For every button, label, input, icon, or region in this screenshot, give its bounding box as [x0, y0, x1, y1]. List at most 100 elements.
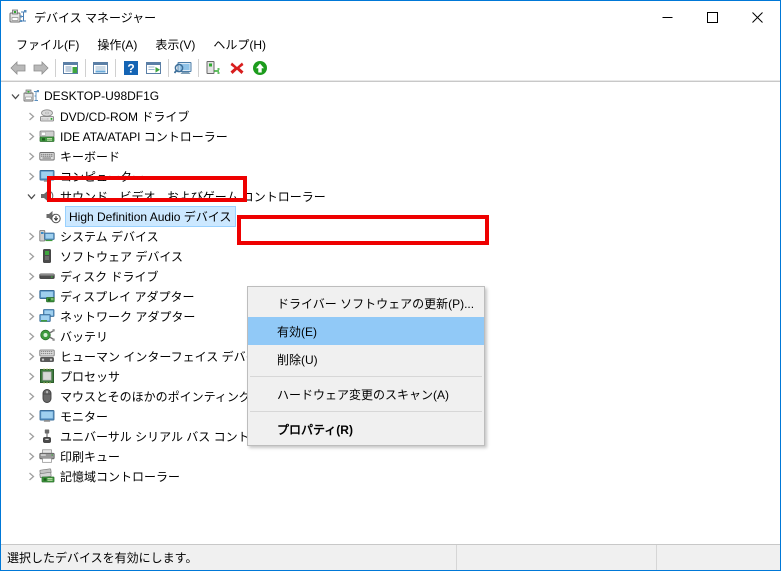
chevron-right-icon[interactable]: [23, 268, 39, 284]
svg-text:?: ?: [127, 61, 134, 75]
context-menu-item-uninstall[interactable]: 削除(U): [248, 345, 484, 373]
tree-item-label: DVD/CD-ROM ドライブ: [60, 109, 190, 124]
device-manager-window: デバイス マネージャー ファイル(F) 操作(A) 表示(V) ヘルプ(H) ?…: [0, 0, 781, 571]
toolbar-separator: [168, 58, 169, 77]
context-menu-separator: [250, 411, 482, 412]
tree-item-label: ディスク ドライブ: [60, 269, 159, 284]
status-cell-2: [457, 545, 657, 570]
enable-device-icon[interactable]: [248, 57, 271, 79]
mouse-icon: [39, 388, 55, 404]
speaker-icon: [39, 188, 55, 204]
chevron-right-icon[interactable]: [23, 228, 39, 244]
chevron-down-icon[interactable]: [7, 88, 23, 104]
context-menu-item-update-driver[interactable]: ドライバー ソフトウェアの更新(P)...: [248, 289, 484, 317]
chevron-right-icon[interactable]: [23, 148, 39, 164]
tree-item-computer[interactable]: コンピューター: [1, 166, 780, 186]
printer-icon: [39, 448, 55, 464]
context-menu-item-scan-hardware-changes[interactable]: ハードウェア変更のスキャン(A): [248, 380, 484, 408]
close-button[interactable]: [735, 1, 780, 33]
battery-icon: [39, 328, 55, 344]
chevron-right-icon[interactable]: [23, 288, 39, 304]
scan-hardware-changes-icon[interactable]: [172, 57, 195, 79]
chevron-right-icon[interactable]: [23, 428, 39, 444]
tree-item-label: プロセッサ: [60, 369, 121, 384]
tree-item-label: ネットワーク アダプター: [60, 309, 196, 324]
menu-file[interactable]: ファイル(F): [7, 34, 88, 55]
tree-item-system-devices[interactable]: システム デバイス: [1, 226, 780, 246]
tree-item-label: ソフトウェア デバイス: [60, 249, 183, 264]
chevron-right-icon[interactable]: [23, 128, 39, 144]
network-adapter-icon: [39, 308, 55, 324]
tree-item-software-devices[interactable]: ソフトウェア デバイス: [1, 246, 780, 266]
update-driver-icon[interactable]: [142, 57, 165, 79]
processor-icon: [39, 368, 55, 384]
help-icon[interactable]: ?: [119, 57, 142, 79]
window-controls: [645, 1, 780, 33]
tree-root-item[interactable]: DESKTOP-U98DF1G: [1, 86, 780, 106]
context-menu-item-enable[interactable]: 有効(E): [248, 317, 484, 345]
tree-item-label: キーボード: [60, 149, 121, 164]
tree-item-keyboard[interactable]: キーボード: [1, 146, 780, 166]
tree-item-label: バッテリ: [60, 329, 109, 344]
dvd-drive-icon: [39, 108, 55, 124]
monitor-icon: [39, 168, 55, 184]
system-device-icon: [39, 228, 55, 244]
context-menu[interactable]: ドライバー ソフトウェアの更新(P)... 有効(E) 削除(U) ハードウェア…: [247, 286, 485, 446]
window-title: デバイス マネージャー: [34, 10, 157, 25]
chevron-right-icon[interactable]: [23, 348, 39, 364]
audio-device-disabled-icon: [45, 208, 61, 224]
chevron-right-icon[interactable]: [23, 368, 39, 384]
tree-item-print-queues[interactable]: 印刷キュー: [1, 446, 780, 466]
content-area: DESKTOP-U98DF1G DVD/CD-ROM ドライブ IDE ATA/…: [1, 81, 780, 544]
context-menu-separator: [250, 376, 482, 377]
status-bar: 選択したデバイスを有効にします。: [1, 544, 780, 570]
toolbar-separator: [115, 58, 116, 77]
chevron-down-icon[interactable]: [23, 188, 39, 204]
add-legacy-hardware-icon[interactable]: [202, 57, 225, 79]
tree-item-label: コンピューター: [60, 169, 145, 184]
chevron-right-icon[interactable]: [23, 108, 39, 124]
properties-icon[interactable]: [89, 57, 112, 79]
maximize-button[interactable]: [690, 1, 735, 33]
uninstall-device-icon[interactable]: [225, 57, 248, 79]
show-hidden-devices-icon[interactable]: [59, 57, 82, 79]
disk-drive-icon: [39, 268, 55, 284]
context-menu-item-properties[interactable]: プロパティ(R): [248, 415, 484, 443]
toolbar: ?: [1, 55, 780, 81]
tree-item-sound-video-game-controllers[interactable]: サウンド、ビデオ、およびゲーム コントローラー: [1, 186, 780, 206]
menu-action[interactable]: 操作(A): [88, 34, 146, 55]
chevron-right-icon[interactable]: [23, 308, 39, 324]
tree-item-label: ヒューマン インターフェイス デバイス: [60, 349, 270, 364]
tree-item-label: モニター: [60, 409, 109, 424]
tree-root-label: DESKTOP-U98DF1G: [44, 89, 160, 103]
minimize-button[interactable]: [645, 1, 690, 33]
chevron-right-icon[interactable]: [23, 408, 39, 424]
tree-item-label: ディスプレイ アダプター: [60, 289, 195, 304]
status-message: 選択したデバイスを有効にします。: [1, 545, 457, 570]
menu-view[interactable]: 表示(V): [146, 34, 204, 55]
menu-help[interactable]: ヘルプ(H): [204, 34, 275, 55]
tree-item-ide-controller[interactable]: IDE ATA/ATAPI コントローラー: [1, 126, 780, 146]
software-device-icon: [39, 248, 55, 264]
tree-item-high-definition-audio-device[interactable]: High Definition Audio デバイス: [1, 205, 780, 227]
tree-item-label: サウンド、ビデオ、およびゲーム コントローラー: [60, 189, 326, 204]
toolbar-separator: [55, 58, 56, 77]
chevron-right-icon[interactable]: [23, 248, 39, 264]
tree-item-storage-controllers[interactable]: 記憶域コントローラー: [1, 466, 780, 486]
hid-icon: [39, 348, 55, 364]
computer-icon: [23, 88, 39, 104]
chevron-right-icon[interactable]: [23, 388, 39, 404]
chevron-right-icon[interactable]: [23, 468, 39, 484]
title-bar: デバイス マネージャー: [1, 1, 780, 33]
back-arrow-icon[interactable]: [6, 57, 29, 79]
tree-item-dvd-drive[interactable]: DVD/CD-ROM ドライブ: [1, 106, 780, 126]
forward-arrow-icon[interactable]: [29, 57, 52, 79]
chevron-right-icon[interactable]: [23, 448, 39, 464]
display-adapter-icon: [39, 288, 55, 304]
ide-controller-icon: [39, 128, 55, 144]
tree-item-label: 印刷キュー: [60, 449, 121, 464]
chevron-right-icon[interactable]: [23, 328, 39, 344]
tree-item-disk-drives[interactable]: ディスク ドライブ: [1, 266, 780, 286]
monitor-icon: [39, 408, 55, 424]
chevron-right-icon[interactable]: [23, 168, 39, 184]
